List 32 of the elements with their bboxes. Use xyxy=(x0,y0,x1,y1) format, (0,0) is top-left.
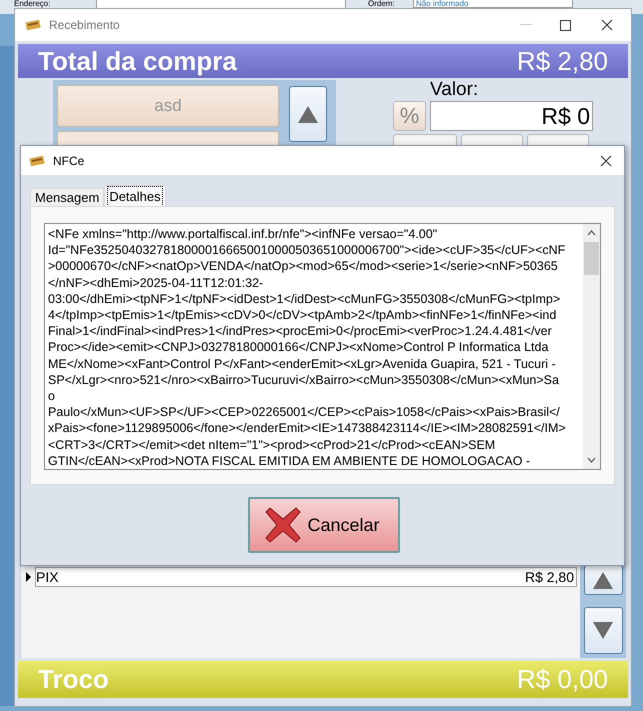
app-icon xyxy=(29,154,45,166)
up-arrow-icon xyxy=(298,106,318,122)
close-icon[interactable] xyxy=(600,154,612,166)
payment-row[interactable]: PIX R$ 2,80 xyxy=(35,567,577,587)
scroll-up-button[interactable] xyxy=(289,86,327,142)
scroll-down-button[interactable] xyxy=(584,607,622,654)
value-input[interactable]: R$ 0 xyxy=(430,101,593,131)
dialog-title: NFCe xyxy=(53,152,84,170)
order-label: Ordem: xyxy=(368,0,395,8)
cancel-button[interactable]: Cancelar xyxy=(248,497,400,553)
order-dropdown[interactable]: Não informado xyxy=(413,0,573,8)
tab[interactable]: Detalhes xyxy=(104,185,166,206)
close-icon[interactable] xyxy=(601,19,613,31)
up-caret-icon[interactable] xyxy=(587,230,596,236)
address-label: Endereço: xyxy=(14,0,50,8)
total-label: Total da compra xyxy=(38,44,237,78)
xml-text-area[interactable]: <NFe xmlns="http://www.portalfiscal.inf.br/nfe"><infNFe versao="4.00" Id="NFe35250403278180000166650010000503651000006700"><ide><cUF>35</cUF><cNF >00000670</cNF><natOp>VENDA</natOp><mod>65</mod><serie>1</serie><nNF>50365 </nNF><dhEmi>2025-04-11T12:01:32- 03:00</dhEmi><tpNF>1</tpNF><idDest>1</idDest><cMunFG>3550308</cMunFG><tpImp> 4</tpImp><tpEmis>1</tpEmis><cDV>0</cDV><tpAmb>2</tpAmb><finNFe>1</finNFe><ind Final>1</indFinal><indPres>1</indPres><procEmi>0</procEmi><verProc>1.24.4.481</ver Proc></ide><emit><CNPJ>03278180000166</CNPJ><xNome>Control P Informatica Ltda ME</xNome><xFant>Control P</xFant><enderEmit><xLgr>Avenida Guapira, 521 - Tucuri - SP</xLgr><nro>521</nro><xBairro>Tucuruvi</xBairro><cMun>3550308</cMun><xMun>Sa o Paulo</xMun><UF>SP</UF><CEP>02265001</CEP><cPais>1058</cPais><xPais>Brasil</ xPais><fone>1129895006</fone></enderEmit><IE>147388423114</IE><IM>28082591</IM> <CRT>3</CRT></emit><det nItem="1"><prod><cProd>21</cProd><cEAN>SEM GTIN</cEAN><xProd>NOTA FISCAL EMITIDA EM AMBIENTE DE HOMOLOGACAO - xyxy=(44,223,601,470)
scrollbar-thumb[interactable] xyxy=(584,242,599,275)
scroll-up-button[interactable] xyxy=(584,565,622,595)
scrollbar[interactable] xyxy=(583,224,600,469)
total-value: R$ 2,80 xyxy=(516,44,608,78)
down-caret-icon[interactable] xyxy=(587,457,596,463)
down-arrow-icon xyxy=(593,622,613,639)
tab[interactable]: Mensagem xyxy=(30,188,104,206)
value-label: Valor: xyxy=(430,80,480,100)
window-title: Recebimento xyxy=(49,17,120,34)
up-arrow-icon xyxy=(593,572,613,588)
change-value: R$ 0,00 xyxy=(516,663,608,696)
maximize-icon[interactable] xyxy=(560,20,571,30)
cross-icon xyxy=(264,506,302,544)
app-icon xyxy=(25,19,41,31)
change-label: Troco xyxy=(38,663,109,696)
